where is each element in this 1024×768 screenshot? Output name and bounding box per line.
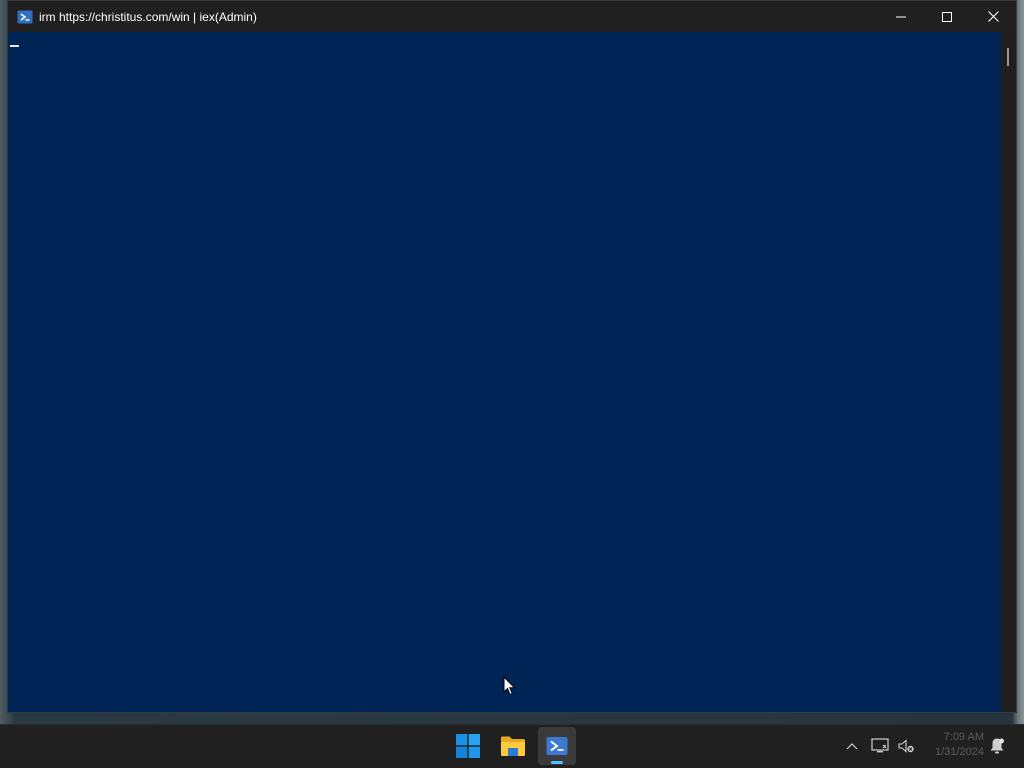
folder-icon [501,736,525,756]
title-bar[interactable]: irm https://christitus.com/win | iex(Adm… [8,1,1016,32]
maximize-icon [942,11,952,22]
volume-button[interactable] [894,733,918,759]
windows-logo-icon [456,734,480,758]
powershell-window[interactable]: irm https://christitus.com/win | iex(Adm… [7,0,1017,713]
network-icon [871,738,889,753]
chevron-up-icon [846,743,858,750]
scrollbar-thumb[interactable] [1007,48,1009,66]
notification-button[interactable] [985,733,1009,759]
mouse-pointer-icon [503,676,515,696]
file-explorer-button[interactable] [494,727,532,765]
powershell-taskbar-button[interactable] [538,727,576,765]
powershell-icon [546,737,568,755]
console-area[interactable] [8,32,1001,712]
show-hidden-icons-button[interactable] [840,733,864,759]
network-button[interactable] [868,733,892,759]
clock-time: 7:09 AM [943,731,984,743]
vertical-scrollbar[interactable] [1001,32,1016,712]
window-title: irm https://christitus.com/win | iex(Adm… [39,9,257,24]
close-icon [987,11,999,22]
start-button[interactable] [449,727,487,765]
notification-icon [990,738,1004,754]
volume-icon [898,739,914,753]
text-cursor [10,45,19,47]
minimize-button[interactable] [878,1,924,32]
maximize-button[interactable] [924,1,970,32]
clock[interactable]: 7:09 AM 1/31/2024 [922,730,984,760]
close-button[interactable] [970,1,1016,32]
clock-date: 1/31/2024 [935,746,984,758]
window-controls [878,1,1016,32]
taskbar: 7:09 AM 1/31/2024 [0,724,1024,768]
powershell-icon [17,10,33,23]
minimize-icon [896,16,906,17]
active-app-indicator [551,761,563,764]
